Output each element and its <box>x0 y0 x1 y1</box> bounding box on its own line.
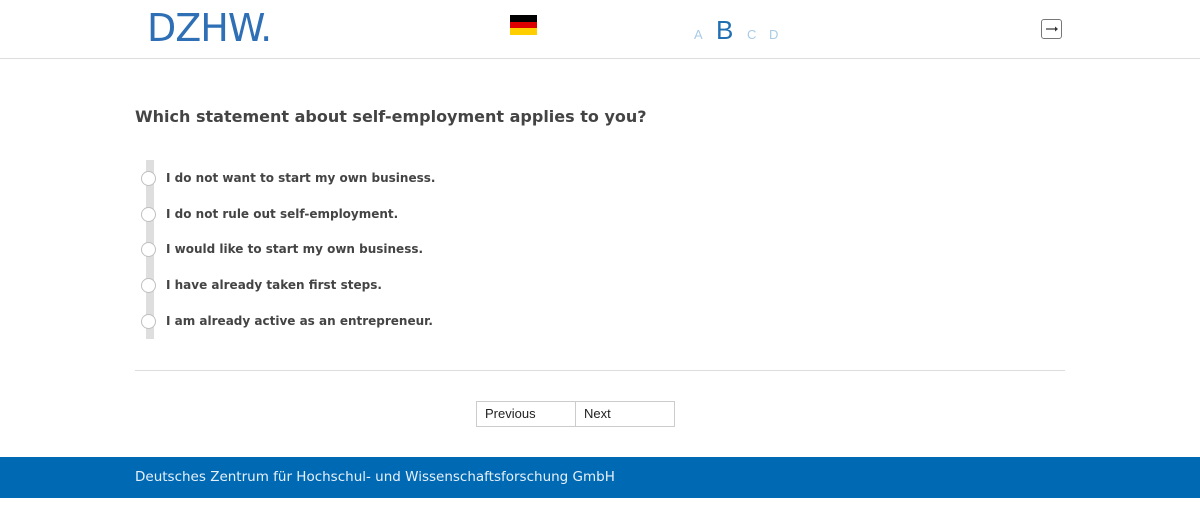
option-label: I do not want to start my own business. <box>166 171 436 185</box>
stage-d: D <box>769 27 779 42</box>
option-label: I do not rule out self-employment. <box>166 207 399 221</box>
footer: Deutsches Zentrum für Hochschul- und Wis… <box>0 457 1200 498</box>
option-first-steps[interactable]: I have already taken first steps. <box>141 275 382 295</box>
flag-stripe-red <box>510 21 537 29</box>
flag-stripe-black <box>510 15 537 22</box>
option-would-like[interactable]: I would like to start my own business. <box>141 239 423 259</box>
radio-button[interactable] <box>141 206 156 222</box>
logout-icon <box>1046 26 1058 32</box>
stage-a: A <box>694 27 703 42</box>
radio-button[interactable] <box>141 241 156 257</box>
flag-stripe-gold <box>510 28 537 35</box>
option-no-business[interactable]: I do not want to start my own business. <box>141 168 435 188</box>
logout-button[interactable] <box>1041 19 1062 39</box>
option-label: I am already active as an entrepreneur. <box>166 314 433 328</box>
option-label: I have already taken first steps. <box>166 278 382 292</box>
dzhw-logo[interactable]: DZHW. <box>147 6 272 50</box>
question-text: Which statement about self-employment ap… <box>135 107 647 126</box>
previous-button[interactable]: Previous <box>476 401 576 427</box>
logo-text: DZHW <box>147 6 261 50</box>
next-button[interactable]: Next <box>575 401 675 427</box>
german-flag-icon[interactable] <box>510 15 537 35</box>
radio-button[interactable] <box>141 277 156 293</box>
stage-b: B <box>716 15 734 45</box>
option-entrepreneur[interactable]: I am already active as an entrepreneur. <box>141 311 433 331</box>
option-label: I would like to start my own business. <box>166 242 424 256</box>
radio-button[interactable] <box>141 313 156 329</box>
divider <box>135 370 1065 371</box>
footer-text: Deutsches Zentrum für Hochschul- und Wis… <box>135 469 615 485</box>
header: DZHW. A B C D <box>0 0 1200 59</box>
logo-dot: . <box>260 6 272 50</box>
option-not-rule-out[interactable]: I do not rule out self-employment. <box>141 204 398 224</box>
radio-button[interactable] <box>141 170 156 186</box>
stage-c: C <box>747 27 757 42</box>
